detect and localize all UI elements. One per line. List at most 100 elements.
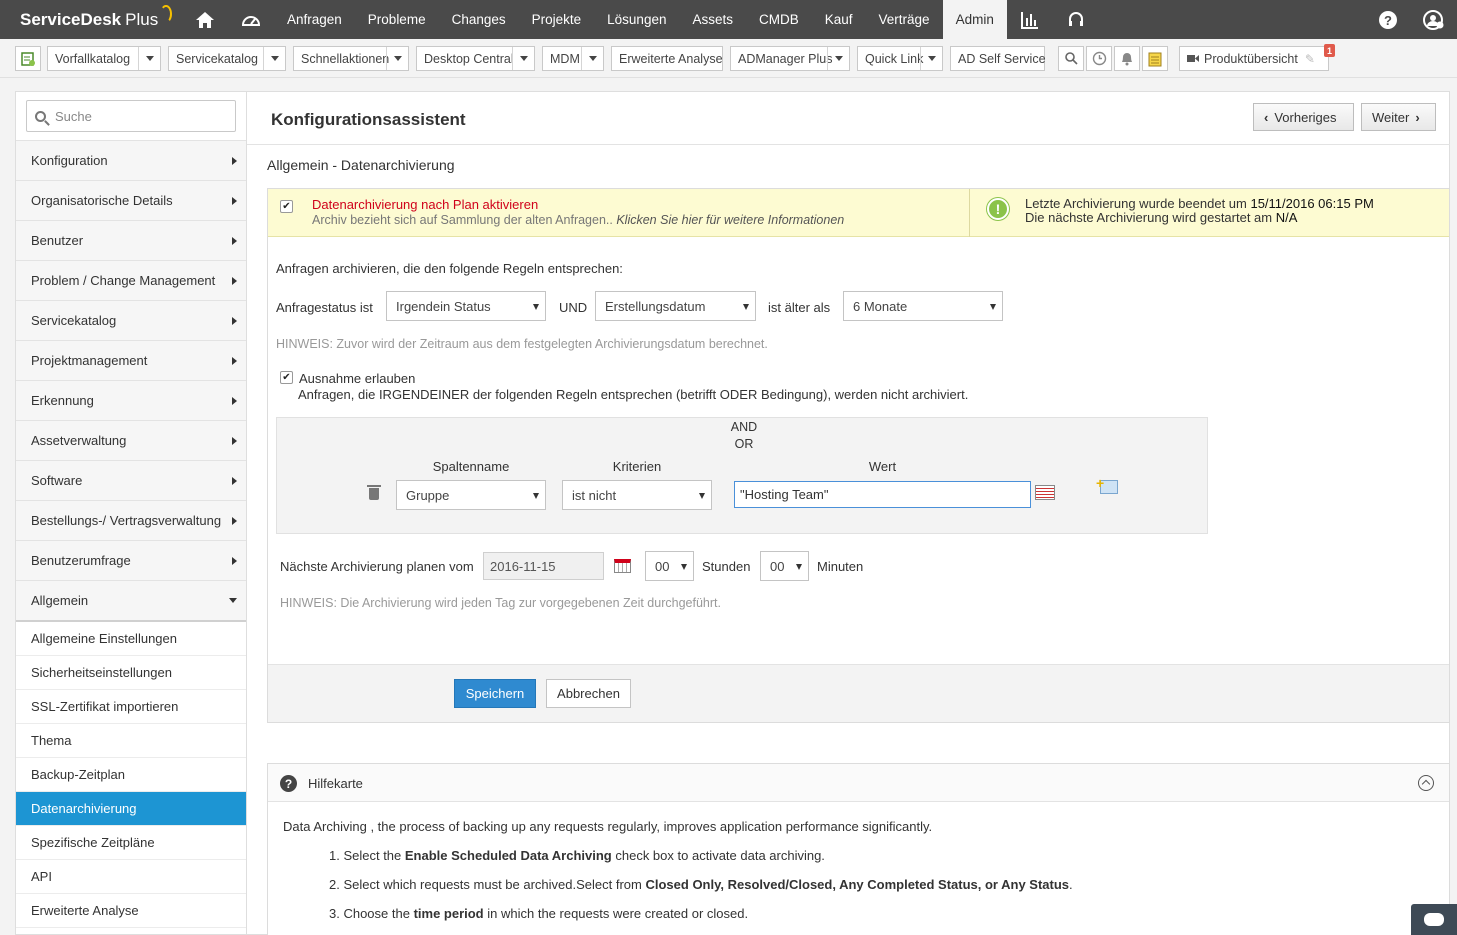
toolbar-desktop-central[interactable]: Desktop Central [416,46,535,71]
and-toggle[interactable]: AND [729,420,759,434]
sidebar-subitem-erweiterte-analyse[interactable]: Erweiterte Analyse [16,894,246,928]
more-info-link[interactable]: Klicken Sie hier für weitere Information… [616,213,844,227]
toolbar-schnellaktionen[interactable]: Schnellaktionen [293,46,409,71]
form-actions: Speichern Abbrechen [268,664,1449,722]
nav-probleme[interactable]: Probleme [355,0,439,39]
chevron-down-icon[interactable] [827,47,849,70]
trash-icon[interactable] [367,485,381,500]
sidebar-item-software[interactable]: Software [16,460,246,500]
sidebar-item-benutzerumfrage[interactable]: Benutzerumfrage [16,540,246,580]
chevron-right-icon [232,396,237,405]
toolbar-ad-self-service[interactable]: AD Self Service [950,46,1046,71]
sidebar-subitem-thema[interactable]: Thema [16,724,246,758]
sidebar-subitem-datenarchivierung[interactable]: Datenarchivierung [16,792,246,826]
chevron-down-icon[interactable] [920,47,942,70]
search-icon[interactable] [1058,46,1084,71]
previous-button[interactable]: ‹ Vorheriges [1253,103,1354,131]
hours-select[interactable]: 00 [645,551,694,581]
rule-value-input[interactable]: "Hosting Team" [734,481,1031,508]
collapse-icon[interactable] [1418,775,1434,791]
value-picker-icon[interactable] [1035,485,1055,500]
cancel-button[interactable]: Abbrechen [546,679,631,708]
next-archive-time: N/A [1275,210,1298,225]
nav-vertraege[interactable]: Verträge [866,0,943,39]
info-exclamation-icon: ! [987,198,1009,220]
next-button[interactable]: Weiter › [1361,103,1436,131]
age-select[interactable]: 6 Monate [843,291,1003,321]
clipboard-icon[interactable] [1142,46,1168,71]
support-headset-icon[interactable] [1053,0,1099,39]
help-icon[interactable]: ? [1365,0,1411,39]
toolbar-servicekatalog[interactable]: Servicekatalog [168,46,286,71]
sidebar-subitem-api[interactable]: API [16,860,246,894]
sidebar-subitem-backup-zeitplan[interactable]: Backup-Zeitplan [16,758,246,792]
sidebar-item-erkennung[interactable]: Erkennung [16,380,246,420]
exception-rules: AND OR Spaltenname Kriterien Wert Gruppe… [276,417,1208,534]
sidebar-subitem-ssl-zertifikat[interactable]: SSL-Zertifikat importieren [16,690,246,724]
calendar-icon[interactable] [614,559,631,573]
nav-admin[interactable]: Admin [942,0,1007,39]
add-rule-icon[interactable] [1096,475,1118,494]
or-toggle[interactable]: OR [729,437,759,451]
dashboard-icon[interactable] [228,0,274,39]
sidebar-item-bestellungs-vertragsverwaltung[interactable]: Bestellungs-/ Vertragsverwaltung [16,500,246,540]
reports-icon[interactable] [1007,0,1053,39]
sidebar-subitem-allgemeine-einstellungen[interactable]: Allgemeine Einstellungen [16,622,246,656]
sidebar-item-benutzer[interactable]: Benutzer [16,220,246,260]
chevron-down-icon[interactable] [386,47,408,70]
rule-criteria-select[interactable]: ist nicht [562,480,712,510]
sidebar-item-servicekatalog[interactable]: Servicekatalog [16,300,246,340]
new-request-icon[interactable] [15,46,41,71]
rules-intro: Anfragen archivieren, die den folgende R… [276,261,623,276]
nav-assets[interactable]: Assets [679,0,746,39]
minutes-select[interactable]: 00 [760,551,809,581]
enable-archiving-label: Datenarchivierung nach Plan aktivieren [312,197,539,212]
nav-projekte[interactable]: Projekte [519,0,595,39]
rule-column-select[interactable]: Gruppe [396,480,546,510]
sidebar-subitem-sicherheitseinstellungen[interactable]: Sicherheitseinstellungen [16,656,246,690]
save-button[interactable]: Speichern [454,679,536,708]
chevron-down-icon[interactable] [581,47,603,70]
allow-exception-checkbox[interactable]: ✔ [280,371,293,384]
toolbar-mdm[interactable]: MDM [542,46,604,71]
nav-kauf[interactable]: Kauf [812,0,866,39]
home-icon[interactable] [182,0,228,39]
nav-cmdb[interactable]: CMDB [746,0,812,39]
toolbar-vorfallkatalog[interactable]: Vorfallkatalog [47,46,161,71]
toolbar-admanager-plus[interactable]: ADManager Plus [730,46,850,71]
chat-icon[interactable] [1411,904,1457,935]
dropdown-arrow-icon [681,564,687,570]
sidebar-item-assetverwaltung[interactable]: Assetverwaltung [16,420,246,460]
sidebar-item-konfiguration[interactable]: Konfiguration [16,140,246,180]
schedule-date-input[interactable]: 2016-11-15 [483,552,604,580]
archive-form: ✔ Datenarchivierung nach Plan aktivieren… [267,188,1450,723]
toolbar-erweiterte-analyse[interactable]: Erweiterte Analyse [611,46,723,71]
user-profile-icon[interactable] [1411,0,1457,39]
date-field-select[interactable]: Erstellungsdatum [595,291,756,321]
app-logo[interactable]: ServiceDesk Plus [0,4,182,30]
sidebar-item-organisatorische-details[interactable]: Organisatorische Details [16,180,246,220]
dropdown-arrow-icon [533,304,539,310]
nav-changes[interactable]: Changes [439,0,519,39]
sidebar-item-projektmanagement[interactable]: Projektmanagement [16,340,246,380]
bell-icon[interactable] [1114,46,1140,71]
chevron-down-icon[interactable] [263,47,285,70]
nav-loesungen[interactable]: Lösungen [594,0,679,39]
help-card-header[interactable]: ? Hilfekarte [268,764,1449,802]
status-label: Anfragestatus ist [276,300,373,315]
enable-archiving-hint: Archiv bezieht sich auf Sammlung der alt… [312,213,845,227]
product-overview-button[interactable]: Produktübersicht ✎ [1179,46,1329,71]
chevron-right-icon [232,236,237,245]
chevron-down-icon[interactable] [138,47,160,70]
dropdown-arrow-icon [533,493,539,499]
status-select[interactable]: Irgendein Status [386,291,546,321]
history-icon[interactable] [1086,46,1112,71]
search-input[interactable]: Suche [26,100,236,132]
sidebar-subitem-spezifische-zeitplaene[interactable]: Spezifische Zeitpläne [16,826,246,860]
nav-anfragen[interactable]: Anfragen [274,0,355,39]
chevron-down-icon[interactable] [512,47,534,70]
toolbar-quick-link[interactable]: Quick Link [857,46,943,71]
enable-archiving-checkbox[interactable]: ✔ [280,200,293,213]
sidebar-item-allgemein[interactable]: Allgemein [16,580,246,620]
sidebar-item-problem-change[interactable]: Problem / Change Management [16,260,246,300]
